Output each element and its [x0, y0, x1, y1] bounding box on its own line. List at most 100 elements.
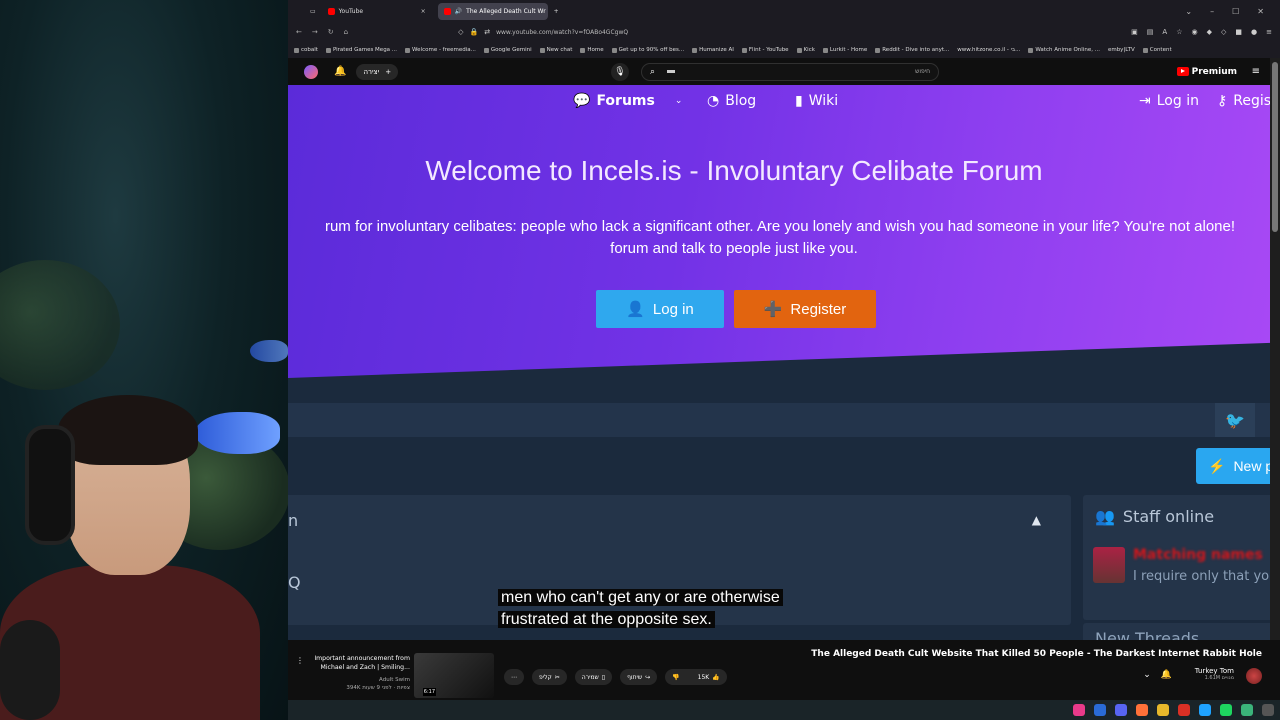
nav-blog[interactable]: ◔ Blog: [707, 93, 756, 109]
more-actions-button[interactable]: ⋯: [504, 669, 524, 685]
create-button[interactable]: יצירה +: [356, 63, 399, 80]
channel-name[interactable]: Turkey Tom: [1195, 667, 1234, 675]
youtube-logo[interactable]: Premium: [1176, 67, 1237, 77]
staff-name[interactable]: Matching names: [1133, 547, 1263, 563]
login-button[interactable]: 👤 Log in: [596, 290, 724, 328]
new-post-button[interactable]: ⚡ New po: [1196, 448, 1270, 484]
bookmark[interactable]: Kick: [796, 47, 815, 53]
menu-icon[interactable]: ≡: [1266, 28, 1272, 36]
button-label: Register: [790, 300, 847, 318]
minimize-icon[interactable]: –: [1210, 7, 1214, 16]
button-label: Log in: [652, 300, 694, 318]
more-options-icon[interactable]: ⋮: [296, 656, 304, 665]
close-icon[interactable]: ×: [421, 8, 426, 15]
bookmark-star-icon[interactable]: ☆: [1176, 28, 1182, 36]
reload-icon[interactable]: ↻: [328, 28, 334, 36]
bookmark-label: Watch Anime Online, ...: [1035, 47, 1100, 53]
app-icon[interactable]: [1073, 704, 1085, 716]
bookmark[interactable]: www.hitzone.co.il - בי...: [957, 47, 1020, 53]
bookmark[interactable]: emby|LTV: [1108, 47, 1135, 53]
screenshot-icon[interactable]: ▣: [1131, 28, 1138, 36]
new-tab-button[interactable]: +: [554, 8, 559, 15]
next-video-thumbnail[interactable]: 6:17: [414, 653, 494, 698]
steam-icon[interactable]: [1094, 704, 1106, 716]
extension-icon[interactable]: ◇: [1221, 28, 1226, 36]
extension-icon[interactable]: ■: [1235, 28, 1242, 36]
twitter-icon[interactable]: 🐦: [1215, 403, 1255, 437]
spotify-icon[interactable]: [1220, 704, 1232, 716]
chevron-up-icon[interactable]: ▲: [1032, 513, 1041, 527]
bookmark-label: emby|LTV: [1107, 47, 1135, 53]
tab-youtube[interactable]: YouTube ×: [322, 3, 432, 20]
save-button[interactable]: שמירה ▯: [574, 669, 613, 685]
app-icon[interactable]: [1241, 704, 1253, 716]
bookmark[interactable]: Get up to 90% off bes...: [611, 47, 684, 53]
dislike-icon[interactable]: 👎: [672, 674, 679, 681]
bookmark[interactable]: Lurkit - Home: [822, 47, 867, 53]
bookmark[interactable]: Home: [580, 47, 604, 53]
create-label: יצירה: [363, 67, 380, 76]
avatar[interactable]: [304, 64, 318, 79]
speaker-icon[interactable]: 🔊: [455, 8, 462, 15]
bookmark[interactable]: Content: [1142, 47, 1172, 53]
bookmark[interactable]: cobalt: [294, 47, 318, 53]
shield-icon[interactable]: ◇: [458, 28, 463, 36]
bookmark[interactable]: Reddit - Dive into anyt...: [875, 47, 949, 53]
search-input[interactable]: ⌕ חיפוש: [641, 62, 939, 81]
account-icon[interactable]: ◉: [1192, 28, 1198, 36]
bell-icon[interactable]: 🔔: [334, 66, 346, 77]
nav-wiki[interactable]: ▮ Wiki: [795, 93, 838, 109]
chevron-down-icon[interactable]: ⌄: [1143, 670, 1151, 680]
hamburger-menu-icon[interactable]: ≡: [1252, 66, 1260, 77]
avatar[interactable]: [1246, 668, 1262, 684]
chrome-icon[interactable]: [1178, 704, 1190, 716]
search-icon[interactable]: ⌕: [650, 67, 655, 77]
extension-icon[interactable]: ●: [1251, 28, 1257, 36]
share-button[interactable]: שיתוף ↪: [620, 669, 658, 685]
bookmark[interactable]: New chat: [539, 47, 572, 53]
discord-icon[interactable]: [1115, 704, 1127, 716]
bookmark-label: Flint - YouTube: [748, 47, 789, 53]
reader-icon[interactable]: ▤: [1147, 28, 1154, 36]
bookmark[interactable]: Welcome - freemedia...: [405, 47, 476, 53]
bookmark[interactable]: Google Gemini: [483, 47, 532, 53]
firefox-icon[interactable]: [1136, 704, 1148, 716]
maximize-icon[interactable]: ☐: [1232, 7, 1239, 16]
bookmark-icon: [692, 47, 698, 53]
nav-register[interactable]: ⚷ Regis: [1217, 93, 1270, 109]
scrollbar[interactable]: [1270, 58, 1280, 640]
bookmark[interactable]: Pirated Games Mega ...: [325, 47, 397, 53]
clip-button[interactable]: קליפ ✂: [532, 669, 567, 685]
bookmark[interactable]: Watch Anime Online, ...: [1028, 47, 1100, 53]
next-video-title[interactable]: Important announcement from Michael and …: [312, 654, 410, 672]
avatar[interactable]: [1093, 547, 1125, 583]
forward-icon[interactable]: →: [312, 28, 318, 36]
back-icon[interactable]: ←: [296, 28, 302, 36]
translate-icon[interactable]: A: [1162, 28, 1167, 36]
tab-list-icon[interactable]: ▭: [310, 8, 316, 15]
bookmark[interactable]: Humanize AI: [692, 47, 734, 53]
channel-info[interactable]: Turkey Tom 1.61M מנויים: [1195, 667, 1234, 681]
tab-video[interactable]: 🔊 The Alleged Death Cult Wr ×: [437, 2, 548, 20]
folder-icon[interactable]: [1157, 704, 1169, 716]
address-bar[interactable]: ◇ 🔒 ⇄ www.youtube.com/watch?v=fOABo4GCgw…: [358, 24, 828, 40]
close-window-icon[interactable]: ✕: [1257, 7, 1264, 16]
bookmark[interactable]: Flint - YouTube: [741, 47, 789, 53]
app-icon[interactable]: [1262, 704, 1274, 716]
app-icon[interactable]: [1199, 704, 1211, 716]
voice-search-icon[interactable]: 🎙: [611, 62, 629, 81]
nav-login[interactable]: ⇥ Log in: [1139, 93, 1199, 109]
chevron-down-icon[interactable]: ⌄: [1185, 7, 1192, 16]
like-icon[interactable]: 👍: [712, 674, 719, 681]
home-icon[interactable]: ⌂: [344, 28, 348, 36]
video-player[interactable]: 💬 Forums ⌄ ◔ Blog ▮ Wiki ⇥ Log in ⚷ Regis Welc…: [288, 85, 1270, 640]
scissors-icon: ✂: [554, 673, 560, 681]
register-button[interactable]: ➕ Register: [734, 290, 876, 328]
url-text[interactable]: www.youtube.com/watch?v=fOABo4GCgwQ: [496, 29, 628, 36]
nav-forums[interactable]: 💬 Forums ⌄: [573, 93, 682, 109]
extension-icon[interactable]: ◆: [1207, 28, 1212, 36]
bell-icon[interactable]: 🔔: [1161, 670, 1172, 680]
scrollbar-thumb[interactable]: [1272, 62, 1278, 232]
hair: [58, 395, 198, 465]
permissions-icon[interactable]: ⇄: [484, 28, 490, 36]
